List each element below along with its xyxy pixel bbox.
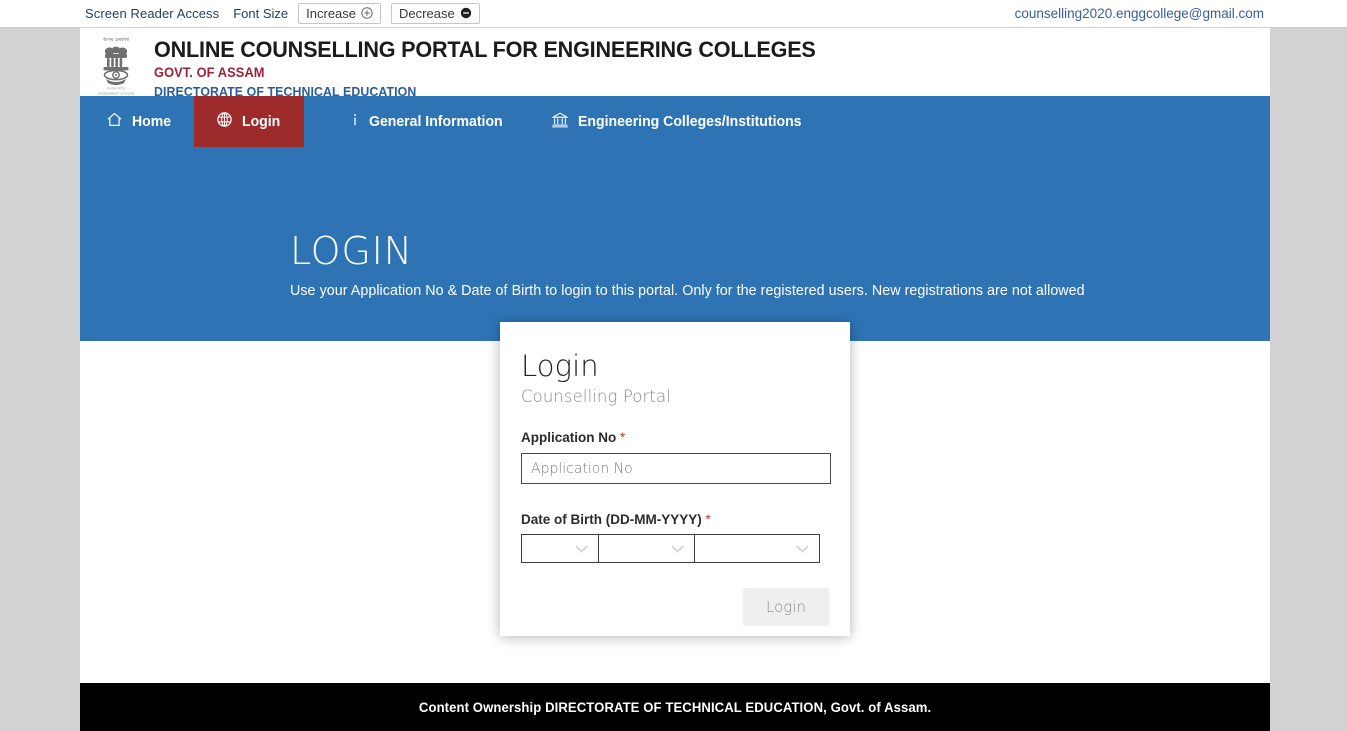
svg-text:GOVERNMENT OF ASSAM: GOVERNMENT OF ASSAM <box>98 92 135 96</box>
info-icon <box>350 111 360 133</box>
dob-month-select[interactable] <box>598 534 695 563</box>
login-card-subtitle: Counselling Portal <box>521 387 671 406</box>
date-of-birth-required-mark: * <box>705 512 711 527</box>
svg-text:অসম চৰকাৰ: অসম চৰকাৰ <box>102 37 129 43</box>
application-no-label: Application No * <box>521 430 829 445</box>
application-no-input[interactable] <box>521 453 831 484</box>
page-subtitle: Use your Application No & Date of Birth … <box>290 283 1085 299</box>
nav-item-general-information-label: General Information <box>368 113 503 130</box>
date-of-birth-selects <box>521 534 829 563</box>
font-size-increase-button[interactable]: Increase <box>298 3 382 24</box>
nav-item-login-label: Login <box>242 113 281 130</box>
date-of-birth-label: Date of Birth (DD-MM-YYYY) * <box>521 512 829 527</box>
chevron-down-icon <box>671 540 684 558</box>
login-card: Login Counselling Portal Application No … <box>500 322 850 636</box>
hero-banner: LOGIN Use your Application No & Date of … <box>80 147 1270 341</box>
masthead: অসম চৰকাৰ সত্যমেব জয়তে GOVERNMENT OF AS… <box>80 28 1270 100</box>
globe-icon <box>216 111 233 132</box>
circle-plus-icon <box>361 7 373 19</box>
nav-item-home[interactable]: Home <box>80 96 194 147</box>
screen-reader-access-link[interactable]: Screen Reader Access <box>85 6 219 21</box>
hero-content: LOGIN Use your Application No & Date of … <box>290 231 1097 299</box>
font-size-decrease-button[interactable]: Decrease <box>391 3 480 24</box>
dob-year-select[interactable] <box>694 534 820 563</box>
main-navigation: Home Login General Information Engineeri… <box>80 96 1270 147</box>
font-size-decrease-label: Decrease <box>399 5 455 21</box>
font-size-label: Font Size <box>233 6 289 21</box>
login-button-row: Login <box>521 588 829 626</box>
nav-item-login[interactable]: Login <box>194 96 304 147</box>
masthead-titles: ONLINE COUNSELLING PORTAL FOR ENGINEERIN… <box>154 32 843 100</box>
nav-item-general-information[interactable]: General Information <box>328 96 529 147</box>
nav-item-engineering-colleges-label: Engineering Colleges/Institutions <box>577 113 802 130</box>
chevron-down-icon <box>796 540 809 558</box>
contact-email-container: counselling2020.enggcollege@gmail.com <box>1015 0 1264 27</box>
date-of-birth-label-text: Date of Birth (DD-MM-YYYY) <box>521 512 702 527</box>
svg-text:সত্যমেব জয়তে: সত্যমেব জয়তে <box>105 87 126 91</box>
dob-day-select[interactable] <box>521 534 599 563</box>
home-icon <box>106 111 123 132</box>
nav-item-engineering-colleges[interactable]: Engineering Colleges/Institutions <box>529 96 830 147</box>
application-no-label-text: Application No <box>521 430 617 445</box>
site-title: ONLINE COUNSELLING PORTAL FOR ENGINEERIN… <box>154 37 816 62</box>
login-submit-button[interactable]: Login <box>743 588 829 626</box>
content-area: Login Counselling Portal Application No … <box>80 322 1270 654</box>
application-no-required-mark: * <box>620 430 626 445</box>
site-subtitle-government: GOVT. OF ASSAM <box>154 65 265 80</box>
nav-item-home-label: Home <box>132 113 172 130</box>
chevron-down-icon <box>575 540 588 558</box>
accessibility-controls: Screen Reader Access Font Size Increase … <box>85 0 480 27</box>
footer-text: Content Ownership DIRECTORATE OF TECHNIC… <box>418 699 932 715</box>
login-card-title: Login <box>521 349 599 383</box>
bank-institution-icon <box>551 111 569 133</box>
circle-minus-icon <box>460 7 472 19</box>
india-national-emblem-icon: অসম চৰকাৰ সত্যমেব জয়তে GOVERNMENT OF AS… <box>92 34 140 96</box>
accessibility-top-bar: Screen Reader Access Font Size Increase … <box>0 0 1347 28</box>
footer: Content Ownership DIRECTORATE OF TECHNIC… <box>80 683 1270 731</box>
font-size-increase-label: Increase <box>306 5 357 21</box>
contact-email-link[interactable]: counselling2020.enggcollege@gmail.com <box>1015 6 1264 21</box>
page-title: LOGIN <box>290 229 413 273</box>
page-container: অসম চৰকাৰ সত্যমেব জয়তে GOVERNMENT OF AS… <box>80 28 1270 731</box>
